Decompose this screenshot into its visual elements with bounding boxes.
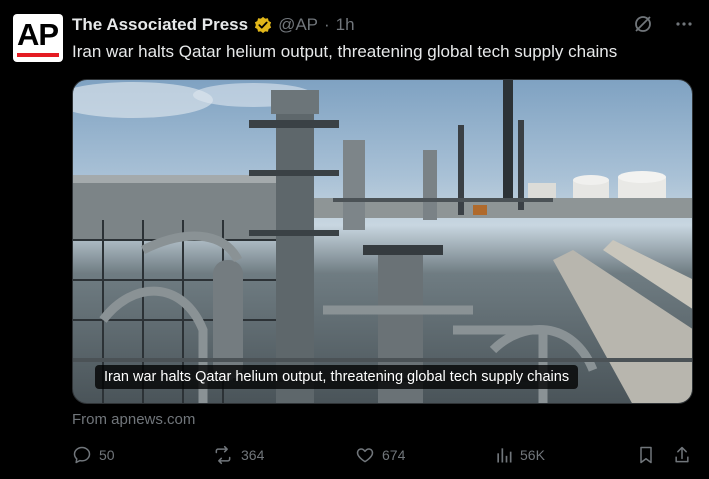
views-button[interactable]: 56K xyxy=(495,445,545,465)
reply-count: 50 xyxy=(99,447,115,463)
bookmark-icon xyxy=(640,446,652,464)
bookmark-button[interactable] xyxy=(637,445,655,465)
share-icon xyxy=(675,446,689,463)
media-image[interactable]: Iran war halts Qatar helium output, thre… xyxy=(72,79,693,404)
industrial-plant-illustration xyxy=(73,80,692,403)
share-button[interactable] xyxy=(673,445,691,465)
repost-button[interactable]: 364 xyxy=(212,445,264,465)
account-handle[interactable]: @AP xyxy=(278,15,318,35)
like-button[interactable]: 674 xyxy=(355,445,405,465)
like-count: 674 xyxy=(382,447,406,463)
tweet-text: Iran war halts Qatar helium output, thre… xyxy=(72,42,618,61)
repost-count: 364 xyxy=(241,447,265,463)
avatar-logo-text: AP xyxy=(17,17,59,52)
header-separator: · xyxy=(324,15,330,34)
media-caption: Iran war halts Qatar helium output, thre… xyxy=(95,365,579,389)
tweet-header: The Associated Press @AP · 1h xyxy=(72,14,355,36)
reply-button[interactable]: 50 xyxy=(72,445,115,465)
repost-icon xyxy=(215,445,231,465)
avatar-logo-bar xyxy=(17,53,59,57)
verified-badge-icon[interactable] xyxy=(254,16,272,34)
more-options-icon[interactable] xyxy=(675,14,693,34)
heart-icon xyxy=(356,448,374,463)
account-name[interactable]: The Associated Press xyxy=(72,15,248,35)
link-source[interactable]: From apnews.com xyxy=(72,411,195,428)
action-bar: 50 364 674 56K xyxy=(72,443,693,469)
grok-icon[interactable] xyxy=(633,14,653,34)
reply-icon xyxy=(73,446,91,464)
avatar[interactable]: AP xyxy=(13,14,63,62)
views-count: 56K xyxy=(520,447,545,463)
post-time[interactable]: 1h xyxy=(336,15,355,35)
views-icon xyxy=(497,448,512,463)
top-actions xyxy=(633,14,693,34)
